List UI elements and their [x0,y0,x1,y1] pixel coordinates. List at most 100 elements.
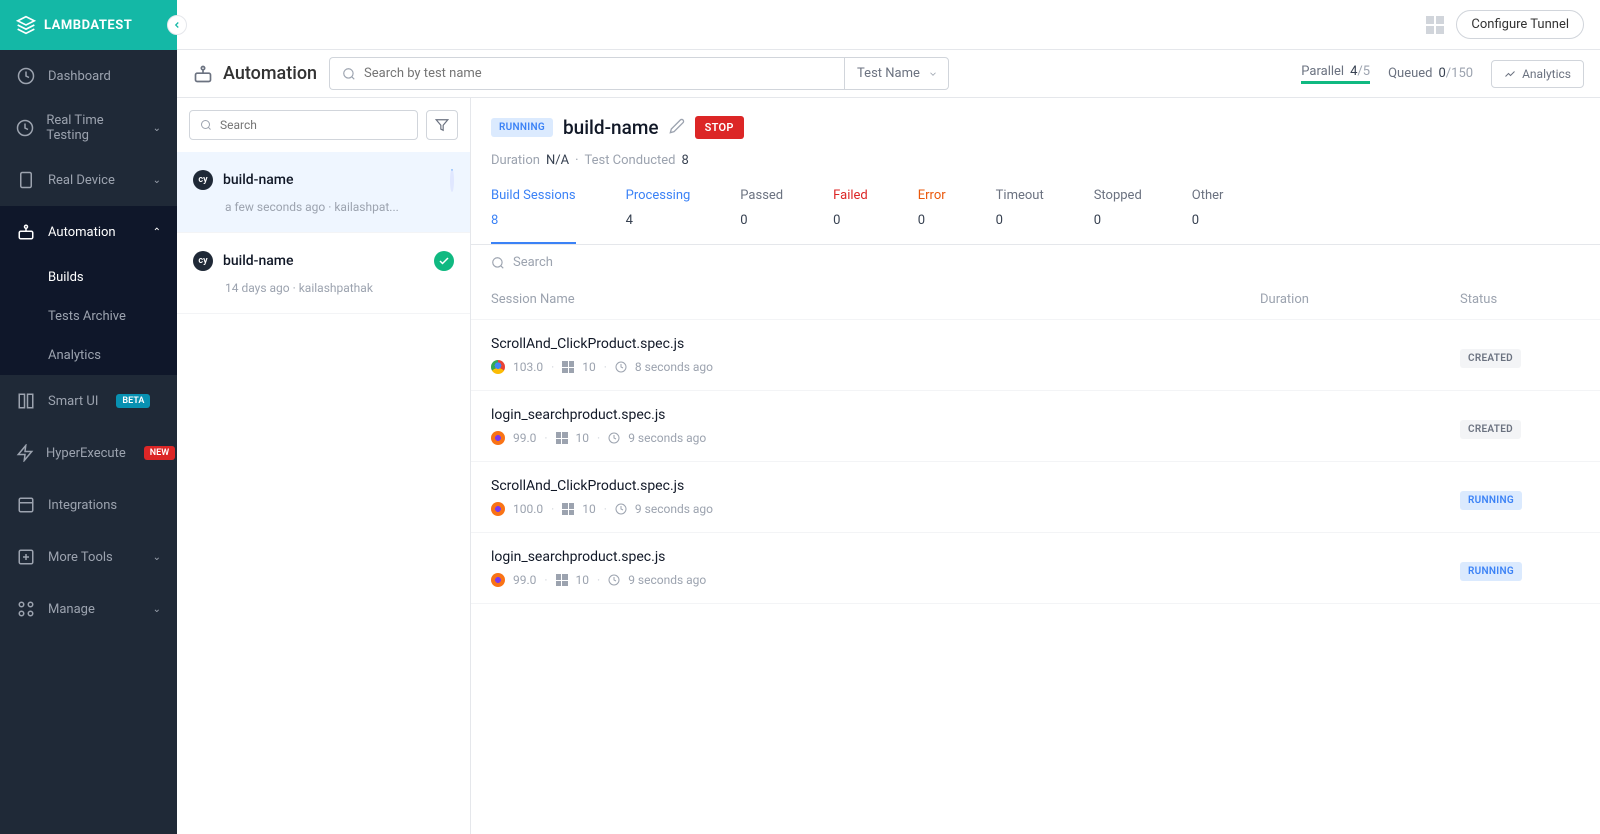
build-item[interactable]: cy build-name a few seconds ago · kailas… [177,152,470,233]
build-search-input[interactable] [189,110,418,140]
session-meta: 99.0· 10· 9 seconds ago [491,431,1260,445]
nav-realtime[interactable]: Real Time Testing ⌄ [0,102,177,154]
col-status: Status [1460,292,1580,307]
tab-stopped[interactable]: Stopped0 [1094,188,1142,244]
nav-realdevice[interactable]: Real Device ⌄ [0,154,177,206]
collapse-sidebar-button[interactable] [167,15,187,35]
nav-tests-archive[interactable]: Tests Archive [48,297,177,336]
chrome-icon [491,360,505,374]
status-badge: CREATED [1460,420,1521,439]
chevron-down-icon: ⌄ [153,175,161,186]
detail-meta: Duration N/A · Test Conducted 8 [491,153,1580,168]
build-meta: a few seconds ago · kailashpat... [193,200,454,214]
session-meta: 100.0· 10· 9 seconds ago [491,502,1260,516]
nav-moretools-label: More Tools [48,550,113,565]
session-name: login_searchproduct.spec.js [491,407,1260,423]
header-row: Automation Test Name Parallel 4/5 Queued… [177,50,1600,98]
running-badge: RUNNING [491,118,553,137]
tabs: Build Sessions8 Processing4 Passed0 Fail… [471,188,1600,245]
main: Configure Tunnel Automation Test Name Pa… [177,0,1600,834]
nav-automation-sub: Builds Tests Archive Analytics [0,258,177,375]
page-title-text: Automation [223,63,317,84]
device-icon [16,170,36,190]
bolt-icon [16,443,34,463]
col-session-name: Session Name [491,292,1260,307]
clock-icon [608,574,620,586]
chevron-up-icon: ⌃ [153,227,161,238]
tab-build-sessions[interactable]: Build Sessions8 [491,188,576,244]
nav-integrations[interactable]: Integrations [0,479,177,531]
nav-hyperexecute-label: HyperExecute [46,446,126,461]
build-meta: 14 days ago · kailashpathak [193,281,454,295]
build-title: build-name [563,116,659,139]
status-badge: RUNNING [1460,562,1522,581]
nav-integrations-label: Integrations [48,498,117,513]
search-type-select[interactable]: Test Name [844,57,949,90]
parallel-stat[interactable]: Parallel 4/5 [1301,64,1370,84]
nav-builds[interactable]: Builds [48,258,177,297]
status-badge: RUNNING [1460,491,1522,510]
nav-realtime-label: Real Time Testing [46,113,140,143]
brand-name: LAMBDATEST [44,18,132,33]
queued-stat[interactable]: Queued 0/150 [1388,66,1473,81]
build-name: build-name [223,253,293,269]
stats: Parallel 4/5 Queued 0/150 Analytics [1301,60,1584,88]
automation-icon [16,222,36,242]
analytics-button[interactable]: Analytics [1491,60,1584,88]
tab-passed[interactable]: Passed0 [740,188,783,244]
chevron-down-icon: ⌄ [153,123,161,134]
nav-manage-label: Manage [48,602,95,617]
session-name: login_searchproduct.spec.js [491,549,1260,565]
tab-failed[interactable]: Failed0 [833,188,868,244]
firefox-icon [491,431,505,445]
windows-icon [562,361,574,373]
configure-tunnel-button[interactable]: Configure Tunnel [1456,10,1584,39]
clock-icon [615,503,627,515]
build-list: cy build-name a few seconds ago · kailas… [177,98,471,834]
windows-icon [556,574,568,586]
search-wrap: Test Name [329,57,949,90]
nav-dashboard[interactable]: Dashboard [0,50,177,102]
session-meta: 103.0· 10· 8 seconds ago [491,360,1260,374]
sidebar: LAMBDATEST Dashboard Real Time Testing ⌄… [0,0,177,834]
page-title: Automation [193,63,317,84]
test-search-input[interactable] [329,57,844,90]
session-row[interactable]: login_searchproduct.spec.js 99.0· 10· 9 … [471,391,1600,462]
detail-title: RUNNING build-name STOP [491,116,1580,139]
check-icon [434,251,454,271]
nav-hyperexecute[interactable]: HyperExecute NEW [0,427,177,479]
apps-icon[interactable] [1426,16,1444,34]
chevron-down-icon: ⌄ [153,604,161,615]
tab-error[interactable]: Error0 [918,188,946,244]
logo[interactable]: LAMBDATEST [16,15,132,35]
firefox-icon [491,573,505,587]
nav-moretools[interactable]: More Tools ⌄ [0,531,177,583]
session-name: ScrollAnd_ClickProduct.spec.js [491,336,1260,352]
session-row[interactable]: ScrollAnd_ClickProduct.spec.js 100.0· 10… [471,462,1600,533]
edit-icon[interactable] [669,118,685,138]
manage-icon [16,599,36,619]
cypress-badge: cy [193,170,213,190]
nav-manage[interactable]: Manage ⌄ [0,583,177,635]
nav-realdevice-label: Real Device [48,173,115,188]
smartui-icon [16,391,36,411]
nav-smartui[interactable]: Smart UI BETA [0,375,177,427]
detail-panel: RUNNING build-name STOP Duration N/A · T… [471,98,1600,834]
robot-icon [193,64,213,84]
firefox-icon [491,502,505,516]
filter-button[interactable] [426,110,458,140]
content: cy build-name a few seconds ago · kailas… [177,98,1600,834]
nav-automation[interactable]: Automation ⌃ [0,206,177,258]
session-row[interactable]: login_searchproduct.spec.js 99.0· 10· 9 … [471,533,1600,604]
nav-analytics[interactable]: Analytics [48,336,177,375]
session-meta: 99.0· 10· 9 seconds ago [491,573,1260,587]
stop-button[interactable]: STOP [695,116,744,139]
table-head: Session Name Duration Status [471,280,1600,320]
session-search[interactable]: Search [471,245,1600,280]
tab-processing[interactable]: Processing4 [626,188,691,244]
session-row[interactable]: ScrollAnd_ClickProduct.spec.js 103.0· 10… [471,320,1600,391]
build-item[interactable]: cy build-name 14 days ago · kailashpatha… [177,233,470,314]
build-status-spinner [450,171,454,190]
tab-timeout[interactable]: Timeout0 [996,188,1044,244]
tab-other[interactable]: Other0 [1192,188,1224,244]
